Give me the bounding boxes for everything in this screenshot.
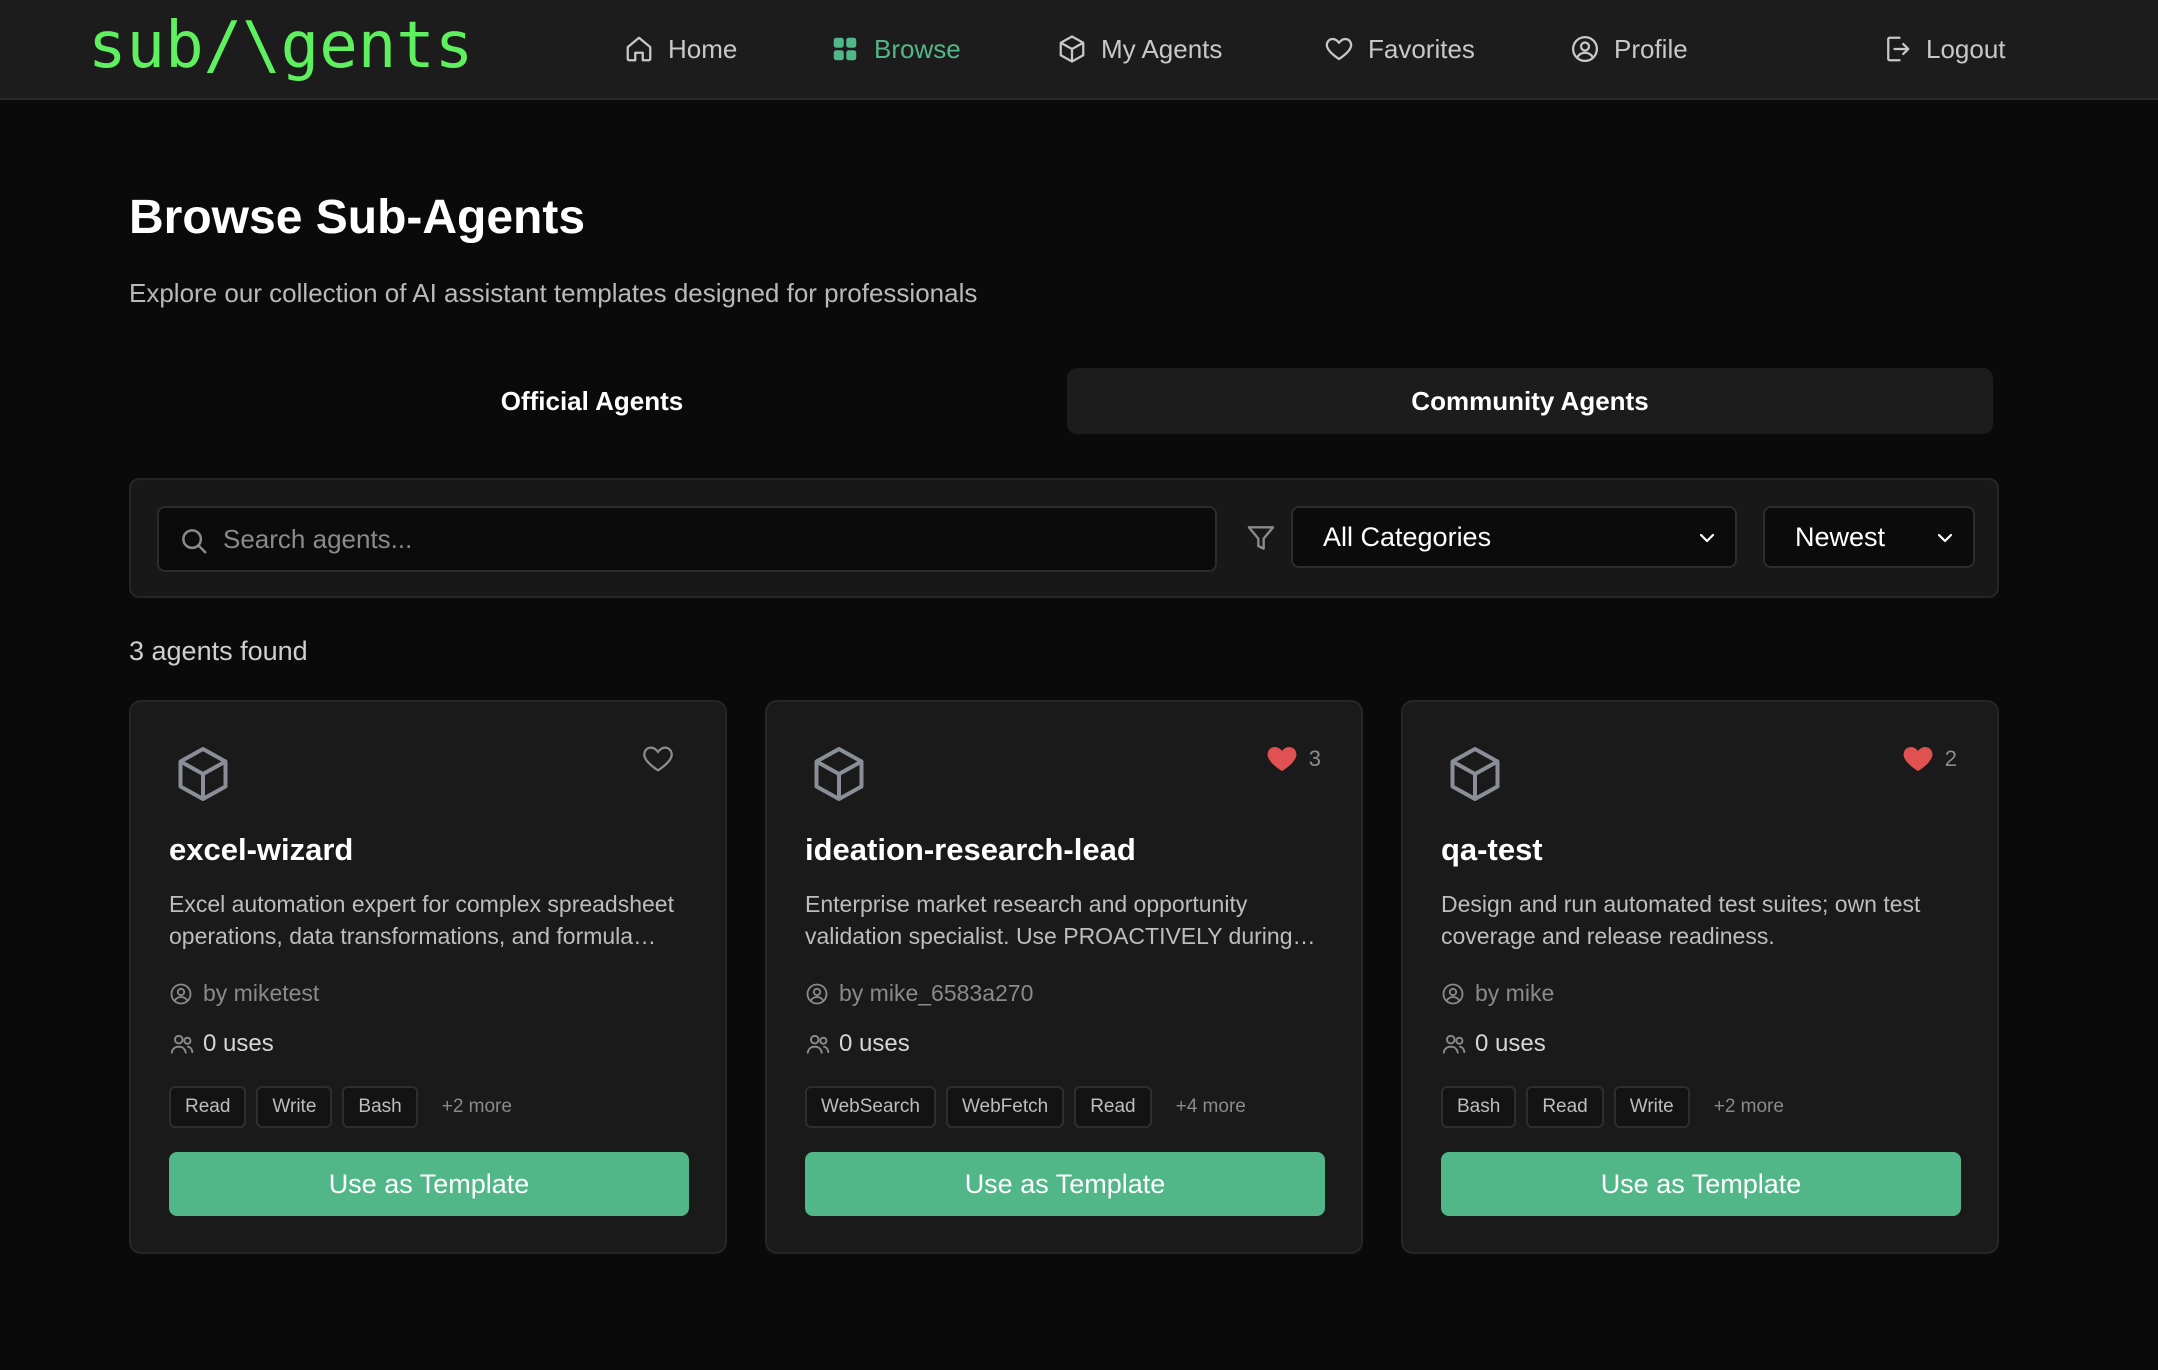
favorite-button[interactable] — [641, 742, 685, 776]
logo[interactable]: sub/\gents — [88, 6, 473, 86]
nav-home[interactable]: Home — [624, 26, 737, 72]
agent-name[interactable]: ideation-research-lead — [805, 832, 1136, 868]
page-title: Browse Sub-Agents — [129, 191, 586, 244]
tab-official-agents[interactable]: Official Agents — [129, 368, 1055, 434]
agent-description: Design and run automated test suites; ow… — [1441, 891, 1921, 949]
agent-card[interactable]: 2 qa-test Design and run automated test … — [1401, 700, 1999, 1254]
agent-card[interactable]: excel-wizard Excel automation expert for… — [129, 700, 727, 1254]
agent-description: Excel automation expert for complex spre… — [169, 891, 674, 949]
grid-icon — [833, 37, 857, 61]
agent-author-label: by mike — [1475, 980, 1555, 1006]
search-input[interactable] — [223, 508, 1203, 570]
more-tags-label: +2 more — [1713, 1096, 1784, 1117]
cube-icon — [1059, 35, 1085, 63]
tool-tag: WebSearch — [805, 1086, 936, 1128]
filter-bar: All Categories Newest — [129, 478, 1999, 598]
result-count: 3 agents found — [129, 636, 308, 666]
users-icon — [1442, 1034, 1466, 1054]
tab-community-agents[interactable]: Community Agents — [1067, 368, 1993, 434]
favorite-button[interactable]: 2 — [1901, 742, 1957, 776]
agent-uses: 0 uses — [1441, 1030, 1546, 1058]
heart-icon — [1267, 746, 1297, 772]
user-circle-icon — [170, 983, 192, 1004]
agent-tags: WebSearch WebFetch Read +4 more — [805, 1086, 1246, 1128]
tool-tag: Bash — [342, 1086, 418, 1128]
tool-tag: Read — [1526, 1086, 1604, 1128]
agent-uses-label: 0 uses — [839, 1030, 910, 1057]
tool-tag: WebFetch — [945, 1086, 1065, 1128]
users-icon — [170, 1034, 194, 1054]
heart-icon — [1325, 37, 1353, 61]
tool-tag: Read — [1074, 1086, 1152, 1128]
heart-icon — [1903, 746, 1933, 772]
nav-browse-label: Browse — [874, 33, 961, 64]
agent-type-tabs: Official Agents Community Agents — [129, 368, 1993, 436]
nav-favorites[interactable]: Favorites — [1324, 26, 1475, 72]
filter-icon — [1247, 526, 1275, 550]
tool-tag: Bash — [1441, 1086, 1517, 1128]
user-circle-icon — [1572, 36, 1598, 62]
nav-logout[interactable]: Logout — [1882, 26, 2006, 72]
tool-tag: Write — [1613, 1086, 1690, 1128]
search-box — [157, 506, 1217, 572]
logout-icon — [1887, 36, 1910, 62]
tool-tag: Write — [256, 1086, 333, 1128]
agent-author: by miketest — [169, 980, 319, 1007]
agent-author-label: by miketest — [203, 980, 320, 1006]
home-icon — [626, 36, 652, 62]
agent-uses-label: 0 uses — [203, 1030, 274, 1057]
tool-tag: Read — [169, 1086, 247, 1128]
favorite-button[interactable]: 3 — [1265, 742, 1321, 776]
agent-description: Enterprise market research and opportuni… — [805, 891, 1293, 949]
agent-author: by mike — [1441, 980, 1554, 1007]
agent-uses: 0 uses — [805, 1030, 910, 1058]
users-icon — [806, 1034, 830, 1054]
use-as-template-button[interactable]: Use as Template — [169, 1152, 689, 1216]
sort-select-value: Newest — [1795, 521, 1886, 552]
cube-icon — [178, 747, 228, 801]
page-subtitle: Explore our collection of AI assistant t… — [129, 278, 978, 308]
agent-uses: 0 uses — [169, 1030, 274, 1058]
agent-name[interactable]: qa-test — [1441, 832, 1543, 868]
nav-home-label: Home — [668, 33, 738, 64]
use-as-template-button[interactable]: Use as Template — [1441, 1152, 1961, 1216]
cube-icon — [1450, 747, 1500, 801]
use-as-template-button[interactable]: Use as Template — [805, 1152, 1325, 1216]
nav-my-agents[interactable]: My Agents — [1057, 26, 1222, 72]
top-navbar: sub/\gents Home Browse My Agents Favorit… — [0, 0, 2158, 100]
heart-icon — [643, 746, 673, 772]
favorite-count: 2 — [1944, 746, 1957, 771]
nav-my-agents-label: My Agents — [1101, 33, 1223, 64]
user-circle-icon — [1442, 983, 1464, 1004]
agent-author-label: by mike_6583a270 — [839, 980, 1034, 1006]
more-tags-label: +2 more — [441, 1096, 512, 1117]
agent-card[interactable]: 3 ideation-research-lead Enterprise mark… — [765, 700, 1363, 1254]
search-icon — [182, 529, 207, 554]
nav-browse[interactable]: Browse — [830, 26, 961, 72]
favorite-count: 3 — [1308, 746, 1321, 771]
agent-tags: Read Write Bash +2 more — [169, 1086, 512, 1128]
category-select[interactable]: All Categories — [1291, 506, 1737, 568]
agent-name[interactable]: excel-wizard — [169, 832, 353, 868]
cube-icon — [814, 747, 864, 801]
chevron-down-icon — [1937, 533, 1953, 543]
more-tags-label: +4 more — [1175, 1096, 1246, 1117]
category-select-value: All Categories — [1323, 521, 1492, 552]
nav-profile[interactable]: Profile — [1570, 26, 1688, 72]
chevron-down-icon — [1699, 533, 1715, 543]
nav-logout-label: Logout — [1926, 33, 2006, 64]
agent-author: by mike_6583a270 — [805, 980, 1033, 1007]
agent-uses-label: 0 uses — [1475, 1030, 1546, 1057]
nav-profile-label: Profile — [1614, 33, 1688, 64]
agent-tags: Bash Read Write +2 more — [1441, 1086, 1784, 1128]
user-circle-icon — [806, 983, 828, 1004]
nav-favorites-label: Favorites — [1368, 33, 1475, 64]
sort-select[interactable]: Newest — [1763, 506, 1975, 568]
